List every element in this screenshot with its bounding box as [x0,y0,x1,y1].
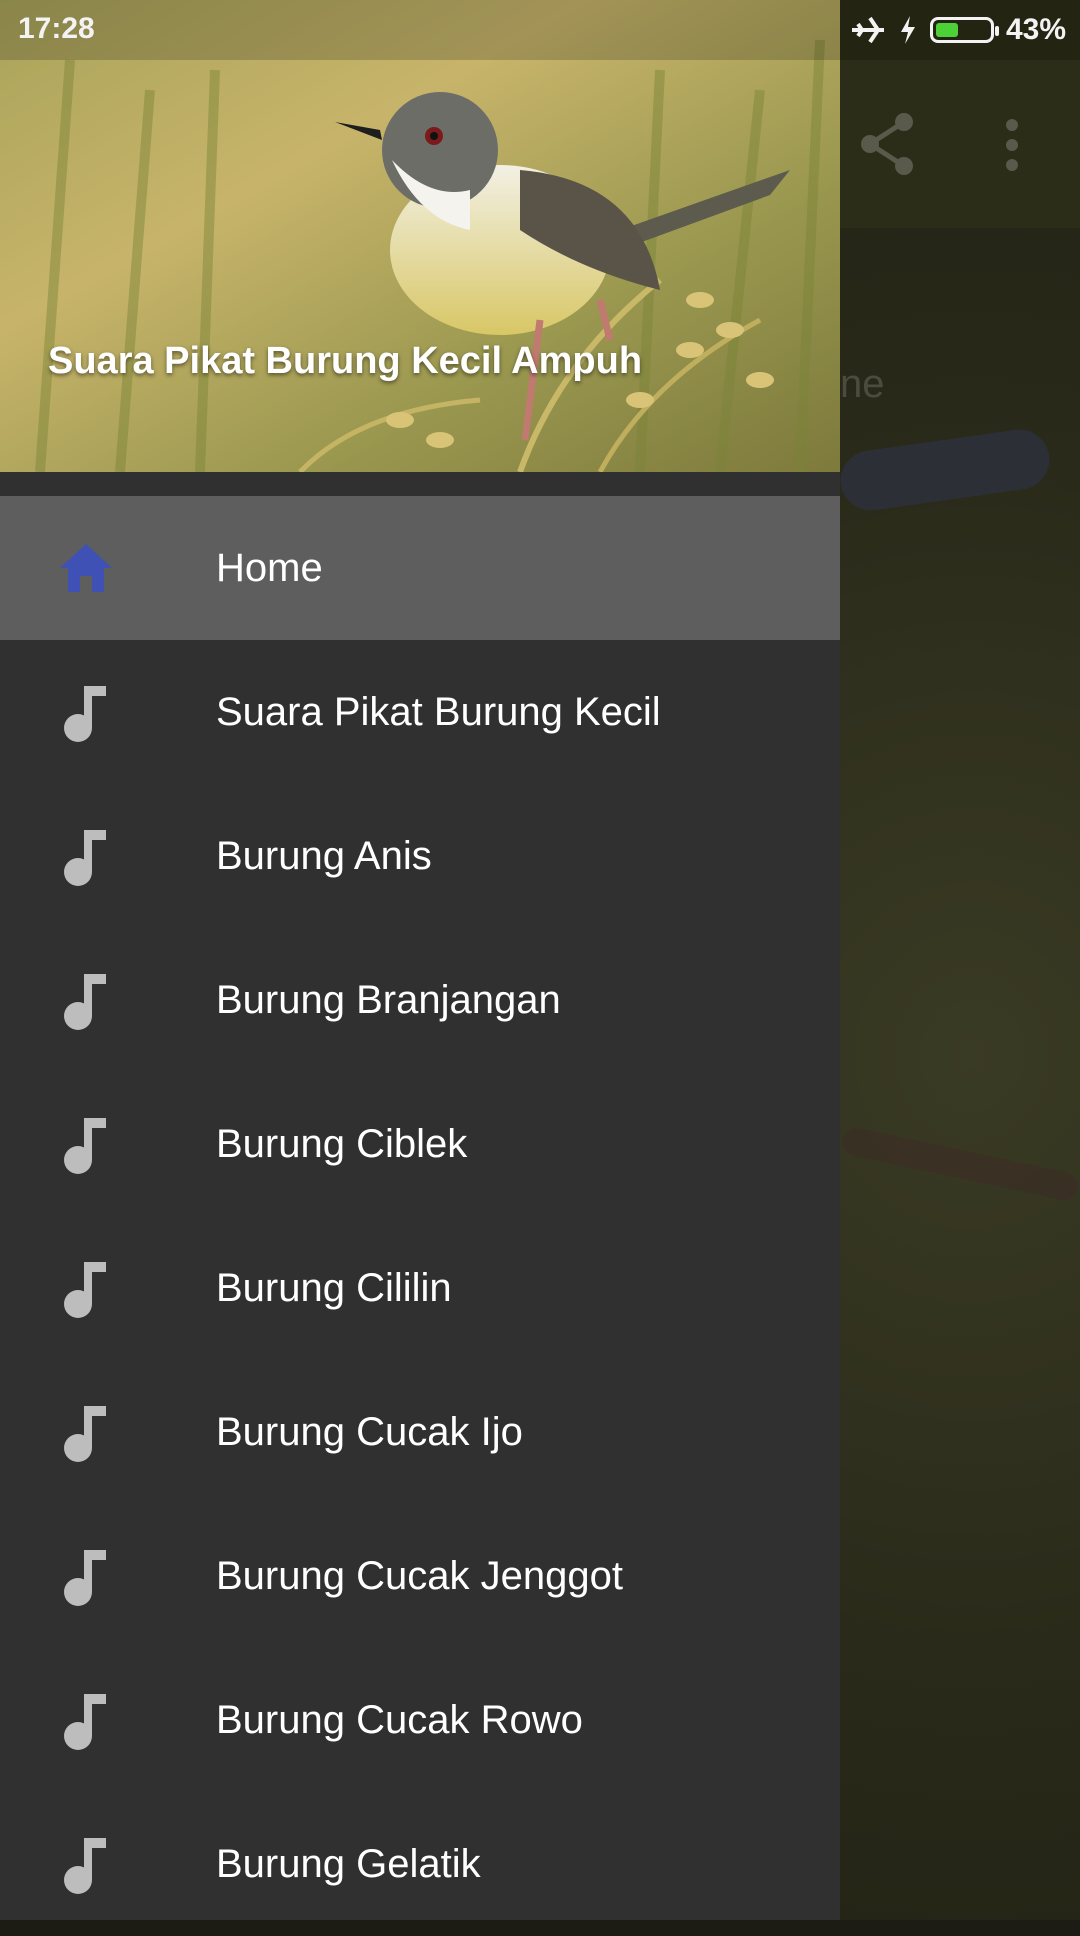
menu-item-burung-cucak-rowo[interactable]: Burung Cucak Rowo [0,1648,840,1792]
background-partial-label: ne [840,362,885,406]
drawer-header: Suara Pikat Burung Kecil Ampuh [0,0,840,472]
music-note-icon [64,1262,106,1318]
navigation-drawer: Suara Pikat Burung Kecil Ampuh Home Suar… [0,0,840,1920]
menu-item-burung-anis[interactable]: Burung Anis [0,784,840,928]
menu-item-label: Burung Cucak Ijo [216,1409,523,1454]
drawer-header-title: Suara Pikat Burung Kecil Ampuh [48,340,643,382]
menu-item-label: Suara Pikat Burung Kecil [216,689,661,734]
menu-item-home[interactable]: Home [0,496,840,640]
menu-item-burung-cucak-jenggot[interactable]: Burung Cucak Jenggot [0,1504,840,1648]
status-bar: 17:28 43% [0,0,1080,60]
music-note-icon [64,1406,106,1462]
menu-item-burung-cucak-ijo[interactable]: Burung Cucak Ijo [0,1360,840,1504]
share-icon[interactable] [858,112,918,176]
menu-item-burung-cililin[interactable]: Burung Cililin [0,1216,840,1360]
drawer-menu: Home Suara Pikat Burung Kecil Burung Ani… [0,496,840,1936]
music-note-icon [64,686,106,742]
menu-item-burung-branjangan[interactable]: Burung Branjangan [0,928,840,1072]
menu-item-label: Burung Ciblek [216,1121,468,1166]
menu-item-burung-ciblek[interactable]: Burung Ciblek [0,1072,840,1216]
status-time: 17:28 [18,12,95,45]
status-icons: 43% [850,10,1066,50]
menu-item-label: Home [216,545,323,590]
music-note-icon [64,1550,106,1606]
menu-item-burung-gelatik[interactable]: Burung Gelatik [0,1792,840,1936]
more-vert-icon[interactable] [1000,118,1024,172]
menu-item-label: Burung Cililin [216,1265,452,1310]
menu-item-label: Burung Cucak Jenggot [216,1553,623,1598]
battery-level-fill [935,23,958,37]
airplane-mode-icon [851,16,884,44]
music-note-icon [64,1838,106,1894]
menu-item-label: Burung Gelatik [216,1841,481,1886]
menu-item-label: Burung Cucak Rowo [216,1697,583,1742]
music-note-icon [64,1118,106,1174]
drawer-header-bird-image [0,0,840,472]
menu-item-suara-pikat-burung-kecil[interactable]: Suara Pikat Burung Kecil [0,640,840,784]
menu-item-label: Burung Branjangan [216,977,561,1022]
music-note-icon [64,830,106,886]
battery-percent: 43% [1005,13,1066,46]
home-icon [60,544,112,592]
music-note-icon [64,974,106,1030]
charging-icon [900,16,915,44]
battery-icon [929,17,999,43]
menu-item-label: Burung Anis [216,833,432,878]
music-note-icon [64,1694,106,1750]
